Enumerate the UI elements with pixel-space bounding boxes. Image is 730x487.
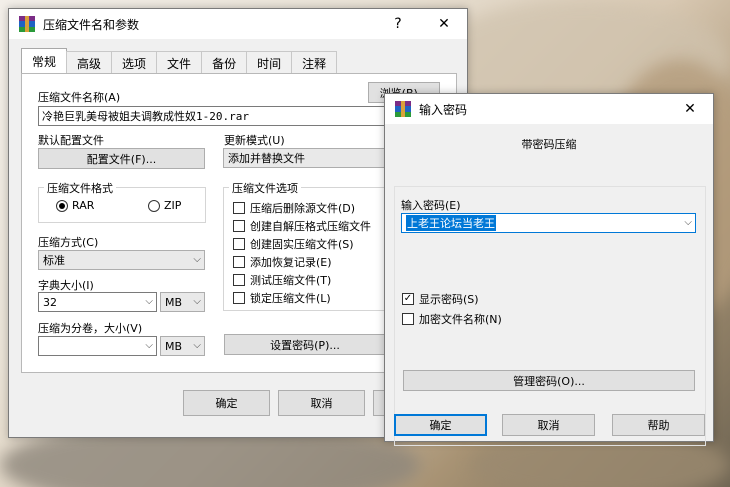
help-title-button[interactable]: ? [375, 9, 421, 39]
password-dialog-title: 输入密码 [419, 102, 468, 117]
checkbox-empty-icon [233, 292, 245, 304]
option-solid[interactable]: 创建固实压缩文件(S) [233, 236, 354, 252]
option-label: 创建固实压缩文件(S) [250, 238, 354, 251]
option-label: 锁定压缩文件(L) [250, 292, 331, 305]
tab-backup[interactable]: 备份 [201, 51, 248, 74]
update-mode-select[interactable]: 添加并替换文件 [223, 148, 385, 168]
chevron-down-icon: ⌵ [145, 340, 153, 351]
tab-general[interactable]: 常规 [21, 48, 68, 74]
split-unit-select[interactable]: MB ⌵ [160, 336, 205, 356]
archive-options-title: 压缩文件选项 [229, 180, 301, 196]
dict-size-label: 字典大小(I) [38, 279, 94, 292]
option-label: 压缩后删除源文件(D) [250, 202, 356, 215]
radio-empty-icon [148, 199, 160, 212]
profile-button[interactable]: 配置文件(F)... [38, 148, 205, 169]
encrypt-names-label: 加密文件名称(N) [419, 313, 502, 326]
password-close-button[interactable]: ✕ [667, 94, 713, 124]
chevron-down-icon: ⌵ [145, 296, 153, 307]
checkbox-empty-icon [233, 274, 245, 286]
tab-advanced[interactable]: 高级 [66, 51, 113, 74]
password-label: 输入密码(E) [401, 199, 461, 212]
main-ok-button[interactable]: 确定 [183, 390, 270, 416]
tab-options[interactable]: 选项 [111, 51, 158, 74]
option-test[interactable]: 测试压缩文件(T) [233, 272, 331, 288]
encrypt-names-checkbox[interactable]: 加密文件名称(N) [402, 311, 502, 327]
update-mode-label: 更新模式(U) [224, 134, 285, 147]
format-rar-radio[interactable]: RAR [56, 199, 94, 212]
default-profile-label: 默认配置文件 [38, 134, 104, 147]
password-dialog-titlebar: 输入密码 ✕ [385, 94, 713, 124]
show-password-checkbox[interactable]: ✓ 显示密码(S) [402, 291, 479, 307]
password-value: 上老王论坛当老王 [406, 215, 496, 231]
tab-files[interactable]: 文件 [156, 51, 203, 74]
password-ok-button[interactable]: 确定 [394, 414, 487, 436]
split-size-select[interactable]: ⌵ [38, 336, 157, 356]
winrar-icon [395, 101, 411, 117]
format-zip-radio[interactable]: ZIP [148, 199, 181, 212]
main-cancel-button[interactable]: 取消 [278, 390, 365, 416]
split-size-label: 压缩为分卷，大小(V) [38, 322, 143, 335]
winrar-icon [19, 16, 35, 32]
dict-size-value: 32 [43, 295, 57, 309]
format-group-title: 压缩文件格式 [44, 180, 116, 196]
format-rar-label: RAR [72, 199, 95, 212]
option-sfx[interactable]: 创建自解压格式压缩文件 [233, 218, 371, 234]
method-value: 标准 [43, 254, 65, 267]
dict-unit-select[interactable]: MB ⌵ [160, 292, 205, 312]
option-recovery-record[interactable]: 添加恢复记录(E) [233, 254, 332, 270]
tab-time[interactable]: 时间 [246, 51, 293, 74]
close-title-button[interactable]: ✕ [421, 9, 467, 39]
chevron-down-icon: ⌵ [193, 254, 201, 265]
checkbox-empty-icon [233, 220, 245, 232]
password-cancel-button[interactable]: 取消 [502, 414, 595, 436]
checkbox-checked-icon: ✓ [402, 293, 414, 305]
option-delete-source[interactable]: 压缩后删除源文件(D) [233, 200, 355, 216]
checkbox-empty-icon [402, 313, 414, 325]
archive-name-input[interactable]: 冷艳巨乳美母被姐夫调教成性奴1-20.rar [38, 106, 388, 126]
set-password-button[interactable]: 设置密码(P)... [224, 334, 386, 355]
archive-dialog-title: 压缩文件名和参数 [43, 17, 140, 32]
password-dialog: 输入密码 ✕ 带密码压缩 输入密码(E) 上老王论坛当老王 ⌵ ✓ 显示密码(S… [384, 93, 714, 446]
option-label: 创建自解压格式压缩文件 [250, 220, 371, 233]
chevron-down-icon: ⌵ [684, 217, 692, 228]
option-label: 添加恢复记录(E) [250, 256, 332, 269]
password-input[interactable]: 上老王论坛当老王 ⌵ [401, 213, 696, 233]
split-unit-value: MB [165, 339, 183, 353]
archive-name-label: 压缩文件名称(A) [38, 91, 121, 104]
chevron-down-icon: ⌵ [193, 296, 201, 307]
update-mode-value: 添加并替换文件 [228, 152, 305, 165]
dict-size-select[interactable]: 32 ⌵ [38, 292, 157, 312]
tab-comment[interactable]: 注释 [291, 51, 338, 74]
checkbox-empty-icon [233, 238, 245, 250]
checkbox-empty-icon [233, 202, 245, 214]
option-lock[interactable]: 锁定压缩文件(L) [233, 290, 331, 306]
radio-selected-icon [56, 199, 68, 212]
password-help-button[interactable]: 帮助 [612, 414, 705, 436]
method-select[interactable]: 标准 ⌵ [38, 250, 205, 270]
archive-dialog-titlebar: 压缩文件名和参数 ? ✕ [9, 9, 467, 39]
manage-passwords-button[interactable]: 管理密码(O)... [403, 370, 695, 391]
chevron-down-icon: ⌵ [193, 340, 201, 351]
option-label: 测试压缩文件(T) [250, 274, 332, 287]
show-password-label: 显示密码(S) [419, 293, 479, 306]
dict-unit-value: MB [165, 295, 183, 309]
method-label: 压缩方式(C) [38, 236, 99, 249]
password-heading: 带密码压缩 [521, 138, 577, 151]
checkbox-empty-icon [233, 256, 245, 268]
archive-dialog-tabs: 常规 高级 选项 文件 备份 时间 注释 [21, 48, 338, 74]
format-zip-label: ZIP [164, 199, 182, 212]
